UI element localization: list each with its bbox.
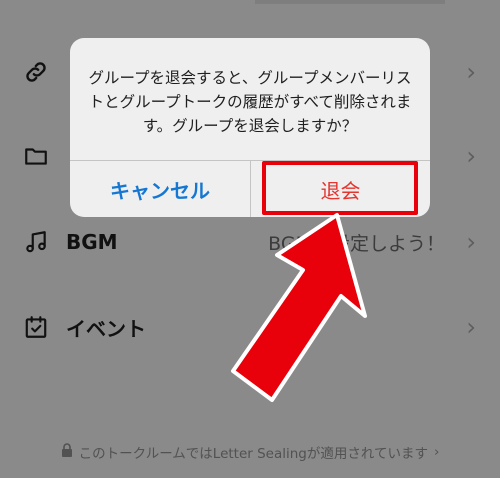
event-row-label: イベント <box>66 316 146 341</box>
annotation-highlight-box <box>262 161 418 215</box>
bgm-row-value: BGMを設定しよう！ <box>268 232 445 255</box>
cancel-button[interactable]: キャンセル <box>70 161 250 217</box>
settings-row-bgm[interactable]: BGM BGMを設定しよう！ › <box>0 212 500 272</box>
group-settings-screen: › › BGM BGMを設定しよう！ › イベント › このトークルームではLe… <box>0 0 500 478</box>
link-icon <box>22 58 50 86</box>
footer-text: このトークルームではLetter Sealingが適用されています <box>78 446 428 462</box>
lock-icon <box>61 443 73 461</box>
bgm-row-label: BGM <box>66 230 118 254</box>
divider <box>255 0 445 4</box>
chevron-right-icon: › <box>466 228 476 256</box>
calendar-check-icon <box>22 313 50 341</box>
letter-sealing-footer[interactable]: このトークルームではLetter Sealingが適用されています › <box>0 440 500 464</box>
dialog-message: グループを退会すると、グループメンバーリストとグループトークの履歴がすべて削除さ… <box>88 69 412 135</box>
chevron-right-icon: › <box>466 313 476 341</box>
chevron-right-icon: › <box>466 142 476 170</box>
folder-icon <box>22 142 50 170</box>
music-note-icon <box>22 228 50 256</box>
chevron-right-icon: › <box>433 444 440 460</box>
settings-row-event[interactable]: イベント › <box>0 297 500 357</box>
chevron-right-icon: › <box>466 58 476 86</box>
